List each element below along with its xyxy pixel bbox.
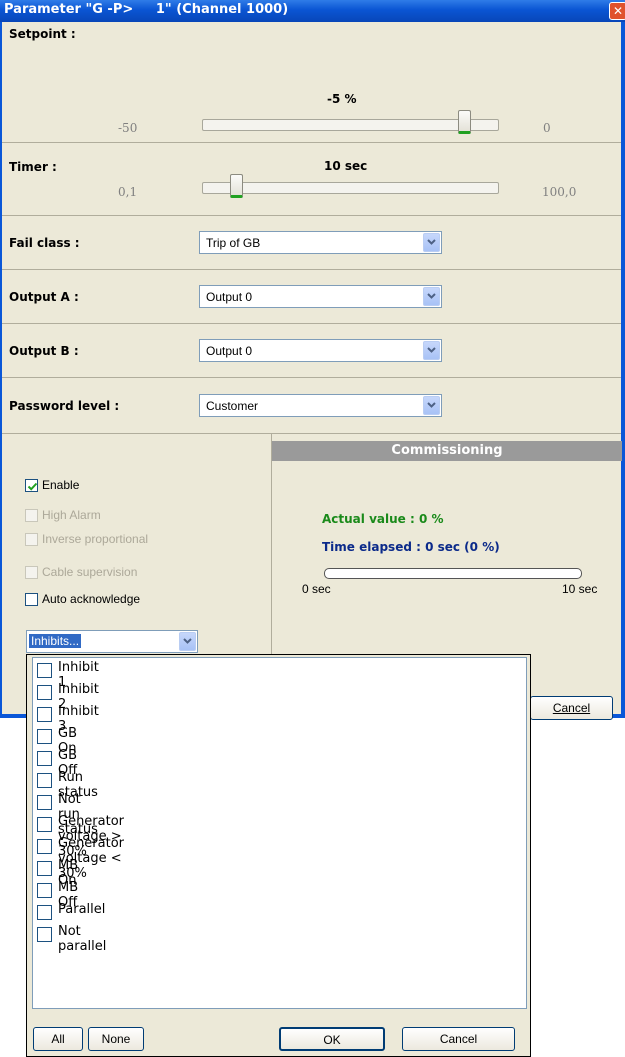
timer-value: 10 sec bbox=[324, 159, 368, 173]
fail-class-dropdown-button[interactable] bbox=[423, 233, 440, 252]
setpoint-section: Setpoint : -5 % -50 0 bbox=[2, 22, 621, 143]
timer-slider[interactable] bbox=[202, 182, 499, 194]
password-level-dropdown-button[interactable] bbox=[423, 396, 440, 415]
time-elapsed-text: Time elapsed : 0 sec (0 %) bbox=[322, 540, 500, 554]
output-b-row: Output B : Output 0 bbox=[2, 324, 621, 378]
enable-label: Enable bbox=[42, 478, 80, 492]
checkbox-icon bbox=[25, 566, 38, 579]
output-a-row: Output A : Output 0 bbox=[2, 270, 621, 324]
fail-class-dropdown[interactable]: Trip of GB bbox=[199, 231, 442, 254]
checkbox-icon bbox=[37, 883, 52, 898]
fail-class-row: Fail class : Trip of GB bbox=[2, 216, 621, 270]
inhibit-item-label: Not parallel bbox=[58, 924, 107, 954]
fail-class-value: Trip of GB bbox=[206, 236, 261, 250]
high-alarm-label: High Alarm bbox=[42, 508, 101, 522]
dialog-body: Setpoint : -5 % -50 0 Timer : 10 sec 0,1… bbox=[2, 22, 622, 720]
setpoint-slider[interactable] bbox=[202, 119, 499, 131]
checkbox-icon bbox=[37, 905, 52, 920]
checkbox-icon bbox=[37, 861, 52, 876]
chevron-down-icon bbox=[427, 293, 436, 299]
output-b-dropdown[interactable]: Output 0 bbox=[199, 339, 442, 362]
checkbox-icon bbox=[37, 839, 52, 854]
all-button[interactable]: All bbox=[33, 1027, 83, 1051]
none-button[interactable]: None bbox=[88, 1027, 144, 1051]
inverse-proportional-label: Inverse proportional bbox=[42, 532, 149, 546]
progress-end-label: 10 sec bbox=[562, 582, 598, 596]
checkbox-icon bbox=[25, 593, 38, 606]
commissioning-header: Commissioning bbox=[272, 441, 622, 461]
fail-class-label: Fail class : bbox=[9, 236, 80, 250]
cable-supervision-label: Cable supervision bbox=[42, 565, 138, 579]
inhibits-dropdown-button[interactable] bbox=[179, 632, 196, 651]
checkbox-icon bbox=[37, 927, 52, 942]
inhibits-popup: Inhibit 1 Inhibit 2 Inhibit 3 GB On GB O… bbox=[26, 654, 531, 1057]
timer-slider-thumb[interactable] bbox=[230, 174, 244, 198]
password-level-dropdown[interactable]: Customer bbox=[199, 394, 442, 417]
checkbox-icon bbox=[37, 795, 52, 810]
progress-bar bbox=[324, 568, 582, 579]
setpoint-value: -5 % bbox=[327, 92, 357, 106]
ok-button-label: OK bbox=[323, 1033, 341, 1047]
password-level-label: Password level : bbox=[9, 399, 120, 413]
checkbox-icon bbox=[37, 773, 52, 788]
cancel-button-label: Cancel bbox=[552, 701, 591, 715]
output-a-label: Output A : bbox=[9, 290, 79, 304]
password-level-value: Customer bbox=[206, 399, 259, 413]
inhibit-item-label: Parallel bbox=[58, 902, 106, 917]
parameter-window: Parameter "G -P> 1" (Channel 1000) ✕ Set… bbox=[0, 0, 625, 720]
chevron-down-icon bbox=[427, 402, 436, 408]
setpoint-min: -50 bbox=[118, 121, 138, 135]
setpoint-slider-thumb[interactable] bbox=[457, 110, 471, 134]
password-level-row: Password level : Customer bbox=[2, 378, 621, 434]
output-a-dropdown-button[interactable] bbox=[423, 287, 440, 306]
close-button[interactable]: ✕ bbox=[609, 2, 625, 20]
chevron-down-icon bbox=[183, 638, 192, 644]
all-button-label: All bbox=[51, 1032, 65, 1046]
chevron-down-icon bbox=[427, 347, 436, 353]
cancel-button[interactable]: Cancel bbox=[530, 696, 613, 720]
setpoint-label: Setpoint : bbox=[9, 27, 76, 41]
ok-button[interactable]: OK bbox=[279, 1027, 385, 1051]
popup-cancel-button-label: Cancel bbox=[439, 1032, 478, 1046]
inhibits-dropdown[interactable]: Inhibits... bbox=[26, 630, 198, 653]
chevron-down-icon bbox=[427, 239, 436, 245]
checkbox-icon bbox=[37, 685, 52, 700]
timer-label: Timer : bbox=[9, 160, 57, 174]
timer-min: 0,1 bbox=[118, 185, 138, 199]
checkbox-checked-icon bbox=[25, 479, 38, 492]
output-b-value: Output 0 bbox=[206, 344, 253, 358]
checkbox-icon bbox=[37, 707, 52, 722]
setpoint-max: 0 bbox=[543, 121, 551, 135]
output-b-label: Output B : bbox=[9, 344, 79, 358]
output-a-value: Output 0 bbox=[206, 290, 253, 304]
auto-acknowledge-label: Auto acknowledge bbox=[42, 592, 141, 606]
output-a-dropdown[interactable]: Output 0 bbox=[199, 285, 442, 308]
checkbox-icon bbox=[37, 663, 52, 678]
title-bar[interactable]: Parameter "G -P> 1" (Channel 1000) ✕ bbox=[0, 0, 625, 22]
checkbox-icon bbox=[37, 729, 52, 744]
checkbox-icon bbox=[25, 533, 38, 546]
progress-start-label: 0 sec bbox=[302, 582, 331, 596]
popup-cancel-button[interactable]: Cancel bbox=[402, 1027, 515, 1051]
checkbox-icon bbox=[37, 751, 52, 766]
inhibits-list: Inhibit 1 Inhibit 2 Inhibit 3 GB On GB O… bbox=[32, 657, 527, 1009]
timer-section: Timer : 10 sec 0,1 100,0 bbox=[2, 143, 621, 216]
none-button-label: None bbox=[101, 1032, 131, 1046]
checkbox-icon bbox=[25, 509, 38, 522]
window-title: Parameter "G -P> 1" (Channel 1000) bbox=[4, 2, 289, 17]
actual-value-text: Actual value : 0 % bbox=[322, 512, 444, 526]
inhibits-value: Inhibits... bbox=[29, 634, 82, 648]
output-b-dropdown-button[interactable] bbox=[423, 341, 440, 360]
timer-max: 100,0 bbox=[542, 185, 577, 199]
checkbox-icon bbox=[37, 817, 52, 832]
